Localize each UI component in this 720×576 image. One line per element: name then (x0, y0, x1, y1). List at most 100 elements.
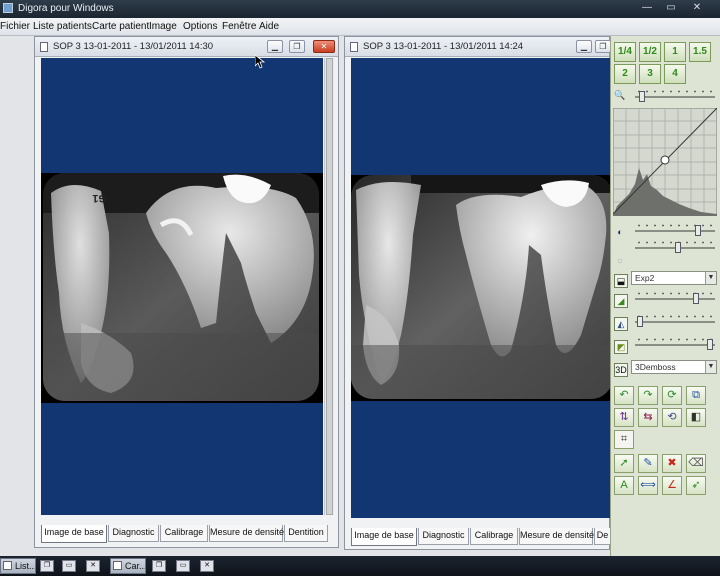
sharpen-icon[interactable]: ◢ (614, 294, 628, 308)
menu-image[interactable]: Image (149, 21, 177, 32)
magnifier-icon[interactable]: 🔍 (613, 89, 627, 103)
taskbar-item-card[interactable]: Car... (110, 558, 146, 574)
mouse-cursor-icon (255, 55, 265, 69)
menu-carte-patient[interactable]: Carte patient (92, 21, 149, 32)
histogram-curve[interactable] (613, 108, 717, 216)
window-title: Digora pour Windows (18, 3, 114, 14)
filter-icon[interactable]: ⬓ (614, 274, 628, 288)
menu-fenetre[interactable]: Fenêtre (222, 21, 256, 32)
xray-label-1: G1 (92, 192, 107, 204)
emboss-icon[interactable]: 3D (614, 363, 628, 377)
tab-dentition[interactable]: Dentition (284, 525, 328, 542)
invert-icon[interactable]: ◧ (686, 408, 706, 427)
menu-liste-patients[interactable]: Liste patients (33, 21, 92, 32)
noise-slider[interactable] (635, 336, 715, 350)
tab-mesure-de-densite[interactable]: Mesure de densité (209, 525, 284, 542)
digora-app: Digora pour Windows — ▭ ✕ Fichier Liste … (0, 0, 720, 576)
flip-vertical-icon[interactable]: ⇅ (614, 408, 634, 427)
filter-dropdown[interactable]: Exp2 ▼ (631, 271, 717, 285)
measure-icon[interactable]: ⟺ (638, 476, 658, 495)
delete-icon[interactable]: ✖ (662, 454, 682, 473)
tab-calibrage[interactable]: Calibrage (470, 528, 518, 545)
copy-icon[interactable]: ⧉ (686, 386, 706, 405)
pen-icon[interactable]: ✎ (638, 454, 658, 473)
emboss-dropdown-value: 3Demboss (635, 362, 676, 372)
image-window-2-minimize-button[interactable]: ▁ (576, 40, 592, 53)
tab-diagnostic[interactable]: Diagnostic (108, 525, 159, 542)
title-bar: Digora pour Windows — ▭ ✕ (0, 0, 720, 18)
zoom-1-5x-button[interactable]: 1.5 (689, 42, 711, 62)
flip-horizontal-icon[interactable]: ⇆ (638, 408, 658, 427)
gamma-slider[interactable] (635, 313, 715, 327)
zoom-slider[interactable] (635, 88, 715, 102)
tab-calibrage[interactable]: Calibrage (160, 525, 208, 542)
image-window-1-close-button[interactable]: ✕ (313, 40, 335, 53)
refresh-icon[interactable]: ⟳ (662, 386, 682, 405)
image-window-1-title: SOP 3 13-01-2011 - 13/01/2011 14:30 (53, 41, 214, 52)
tab-diagnostic[interactable]: Diagnostic (418, 528, 469, 545)
zoom-quarter-button[interactable]: 1/4 (614, 42, 636, 62)
menu-options[interactable]: Options (183, 21, 217, 32)
noise-icon[interactable]: ◩ (614, 340, 628, 354)
close-button[interactable]: ✕ (690, 2, 704, 15)
gamma-icon[interactable]: ◭ (614, 317, 628, 331)
chevron-down-icon: ▼ (705, 361, 716, 373)
arrow-tool-icon[interactable]: ➶ (686, 476, 706, 495)
taskbar-close-button-2[interactable]: ✕ (200, 560, 214, 572)
taskbar-item-label: Car... (125, 561, 146, 571)
taskbar-close-button[interactable]: ✕ (86, 560, 100, 572)
dental-xray-image-2[interactable] (351, 175, 611, 401)
window-icon (3, 561, 12, 570)
dental-xray-image-1[interactable]: G1 (41, 173, 323, 403)
pointer-icon[interactable]: ➚ (614, 454, 634, 473)
image-window-2[interactable]: SOP 3 13-01-2011 - 13/01/2011 14:24 ▁ ❐ (344, 36, 611, 550)
image-window-1-minimize-button[interactable]: ▁ (267, 40, 283, 53)
taskbar-restore-button[interactable]: ❐ (40, 560, 54, 572)
taskbar-maximize-button-2[interactable]: ▭ (176, 560, 190, 572)
zoom-half-button[interactable]: 1/2 (639, 42, 661, 62)
taskbar-item-list[interactable]: List... (0, 558, 36, 574)
emboss-dropdown[interactable]: 3Demboss ▼ (631, 360, 717, 374)
tool-panel: 1/4 1/2 1 1.5 2 3 4 🔍 ◐ ☼ ⬓ Exp2 ▼ ◢ ◭ ◩… (610, 36, 720, 556)
scrollbar-thumb[interactable] (326, 58, 333, 515)
maximize-button[interactable]: ▭ (664, 2, 678, 15)
image-window-1-scrollbar[interactable] (324, 58, 334, 515)
zoom-2x-button[interactable]: 2 (614, 64, 636, 84)
minimize-button[interactable]: — (640, 2, 654, 15)
rotate-icon[interactable]: ⟲ (662, 408, 682, 427)
undo-icon[interactable]: ↶ (614, 386, 634, 405)
image-window-1-titlebar[interactable]: SOP 3 13-01-2011 - 13/01/2011 14:30 ▁ ❐ … (35, 37, 338, 57)
menu-aide[interactable]: Aide (259, 21, 279, 32)
zoom-3x-button[interactable]: 3 (639, 64, 661, 84)
sharpen-slider[interactable] (635, 290, 715, 304)
document-icon (350, 42, 358, 52)
image-window-2-titlebar[interactable]: SOP 3 13-01-2011 - 13/01/2011 14:24 ▁ ❐ (345, 37, 611, 57)
tab-mesure-de-densite[interactable]: Mesure de densité (519, 528, 594, 545)
text-tool-icon[interactable]: A (614, 476, 634, 495)
angle-icon[interactable]: ∠ (662, 476, 682, 495)
contrast-slider[interactable] (635, 222, 715, 236)
image-window-2-tabs: Image de base Diagnostic Calibrage Mesur… (351, 528, 611, 546)
eraser-icon[interactable]: ⌫ (686, 454, 706, 473)
image-viewer-1[interactable]: G1 (41, 58, 323, 515)
mdi-area: SOP 3 13-01-2011 - 13/01/2011 14:30 ▁ ❐ … (0, 36, 611, 556)
zoom-1x-button[interactable]: 1 (664, 42, 686, 62)
image-window-2-restore-button[interactable]: ❐ (595, 40, 611, 53)
tab-image-de-base[interactable]: Image de base (41, 525, 107, 543)
image-window-2-title: SOP 3 13-01-2011 - 13/01/2011 14:24 (363, 41, 524, 52)
menu-fichier[interactable]: Fichier (0, 21, 30, 32)
crop-icon[interactable]: ⌗ (614, 430, 634, 449)
image-viewer-2[interactable] (351, 58, 611, 518)
contrast-fine-slider[interactable] (635, 239, 715, 253)
redo-icon[interactable]: ↷ (638, 386, 658, 405)
taskbar-maximize-button[interactable]: ▭ (62, 560, 76, 572)
tab-image-de-base[interactable]: Image de base (351, 528, 417, 546)
taskbar: List... ❐ ▭ ✕ Car... ❐ ▭ ✕ (0, 556, 720, 576)
tab-dentition[interactable]: De (594, 528, 611, 545)
image-window-1[interactable]: SOP 3 13-01-2011 - 13/01/2011 14:30 ▁ ❐ … (34, 36, 339, 548)
menu-bar: Fichier Liste patients Carte patient Ima… (0, 18, 720, 36)
taskbar-restore-button-2[interactable]: ❐ (152, 560, 166, 572)
brightness-icon: ☼ (615, 255, 625, 265)
zoom-4x-button[interactable]: 4 (664, 64, 686, 84)
image-window-1-restore-button[interactable]: ❐ (289, 40, 305, 53)
